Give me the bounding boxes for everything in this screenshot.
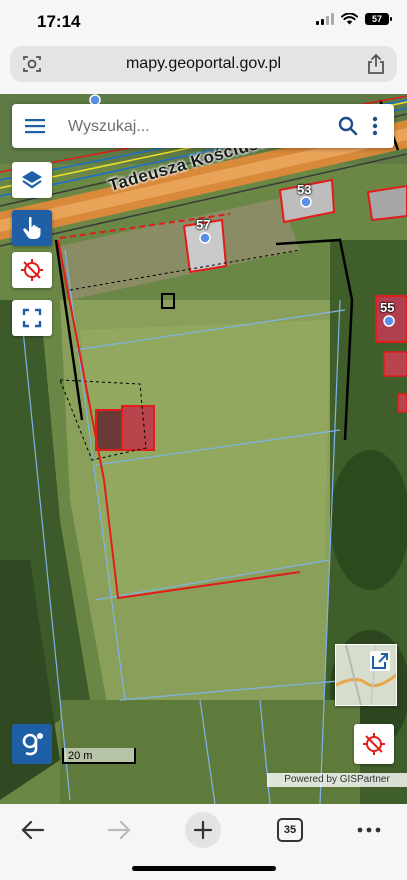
locate-me-button[interactable] xyxy=(354,724,394,764)
url-text[interactable]: mapy.geoportal.gov.pl xyxy=(10,55,397,73)
status-icons: 57 xyxy=(316,13,392,25)
house-number-label: 55 xyxy=(380,300,395,315)
fullscreen-button[interactable] xyxy=(12,300,52,336)
back-button[interactable] xyxy=(16,812,50,848)
wifi-icon xyxy=(341,13,358,25)
share-icon[interactable] xyxy=(367,53,385,75)
search-box xyxy=(12,104,394,148)
arrow-right-icon xyxy=(107,820,131,840)
house-number-label: 57 xyxy=(196,217,211,232)
expand-overview-icon[interactable] xyxy=(370,651,390,671)
more-horizontal-icon xyxy=(357,827,381,833)
status-time: 17:14 xyxy=(37,12,81,31)
tabs-button[interactable]: 35 xyxy=(277,812,303,848)
geoportal-logo-icon xyxy=(22,733,43,756)
pointer-hand-icon xyxy=(23,216,41,239)
home-indicator[interactable] xyxy=(132,866,276,871)
geoportal-logo-button[interactable] xyxy=(12,724,52,764)
layers-icon xyxy=(22,171,42,189)
house-number-label: 53 xyxy=(297,182,312,197)
gps-toggle-button[interactable] xyxy=(12,252,52,288)
new-tab-button[interactable] xyxy=(185,812,221,848)
attribution-text[interactable]: Powered by GISPartner xyxy=(267,773,407,787)
overview-minimap[interactable] xyxy=(335,644,397,706)
hamburger-menu-icon[interactable] xyxy=(24,116,46,136)
tabs-count: 35 xyxy=(277,818,303,842)
arrow-left-icon xyxy=(21,820,45,840)
gps-off-icon xyxy=(21,259,43,281)
status-bar: 17:14 57 xyxy=(0,0,407,44)
more-menu-button[interactable] xyxy=(354,812,384,848)
url-bar[interactable]: mapy.geoportal.gov.pl xyxy=(10,46,397,82)
plus-icon xyxy=(193,820,213,840)
search-icon[interactable] xyxy=(338,116,358,136)
gps-off-icon xyxy=(363,733,385,755)
map-scale: 20 m xyxy=(62,748,136,764)
forward-button[interactable] xyxy=(102,812,136,848)
cellular-signal-icon xyxy=(316,13,334,25)
search-input[interactable] xyxy=(66,114,320,140)
identify-tool-button[interactable] xyxy=(12,210,52,246)
layers-button[interactable] xyxy=(12,162,52,198)
fullscreen-icon xyxy=(22,308,42,328)
battery-icon: 57 xyxy=(365,13,392,25)
more-options-icon[interactable] xyxy=(372,116,378,136)
